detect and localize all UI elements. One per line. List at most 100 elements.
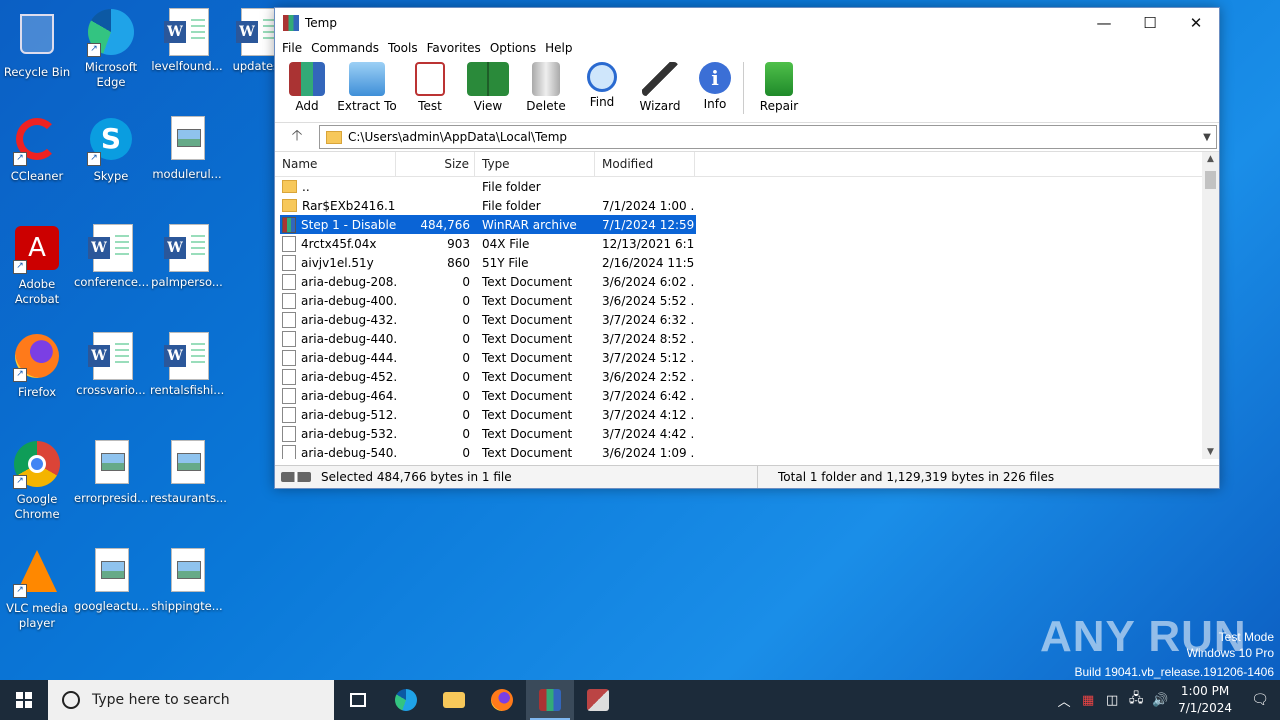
desktop-icon-palmperso-doc[interactable]: W palmperso...: [150, 224, 224, 290]
notification-icon[interactable]: 🗨: [1240, 692, 1280, 708]
vertical-scrollbar[interactable]: ▲ ▼: [1202, 152, 1219, 459]
column-header-modified[interactable]: Modified: [595, 152, 695, 176]
desktop-icon-restaurants-image[interactable]: restaurants...: [150, 440, 227, 506]
word-document-icon: W: [87, 224, 135, 272]
desktop-icon-google-chrome[interactable]: ↗ Google Chrome: [0, 440, 74, 522]
wizard-button[interactable]: Wizard: [635, 58, 685, 113]
file-name: ..: [302, 179, 310, 194]
desktop-icon-crossvario-doc[interactable]: W crossvario...: [74, 332, 148, 398]
file-row[interactable]: aria-debug-532.l... 0 Text Document 3/7/202…: [280, 424, 696, 443]
desktop-icon-label: levelfound...: [151, 59, 223, 73]
file-modified: 7/1/2024 1:00 ...: [602, 198, 695, 213]
scroll-down-arrow-icon[interactable]: ▼: [1202, 447, 1219, 457]
menu-commands[interactable]: Commands: [308, 41, 385, 55]
up-folder-button[interactable]: 🡡: [275, 125, 319, 150]
winrar-icon: [539, 689, 561, 711]
scroll-up-arrow-icon[interactable]: ▲: [1202, 154, 1219, 164]
desktop-icon-firefox[interactable]: ↗ Firefox: [0, 332, 74, 400]
volume-icon[interactable]: 🔊: [1148, 693, 1172, 708]
file-row[interactable]: aria-debug-464.l... 0 Text Document 3/7/202…: [280, 386, 696, 405]
file-type: File folder: [482, 179, 541, 194]
extract-to-button[interactable]: Extract To: [337, 58, 397, 113]
column-header-type[interactable]: Type: [475, 152, 595, 176]
repair-button[interactable]: Repair: [756, 58, 802, 113]
file-type: Text Document: [482, 274, 573, 289]
desktop-icon-recycle-bin[interactable]: Recycle Bin: [0, 8, 74, 80]
menu-tools[interactable]: Tools: [385, 41, 424, 55]
info-button[interactable]: i Info: [695, 58, 735, 111]
desktop-icon-label: Google Chrome: [14, 492, 60, 521]
file-row[interactable]: Rar$EXb2416.12... File folder 7/1/2024 1:0…: [280, 196, 696, 215]
winrar-window[interactable]: Temp — ☐ ✕ File Commands Tools Favorites…: [274, 7, 1220, 489]
file-row[interactable]: Step 1 - Disable ... 484,766 WinRAR archiv…: [280, 215, 696, 234]
desktop-icon-shippingte-image[interactable]: shippingte...: [150, 548, 224, 614]
add-button[interactable]: Add: [287, 58, 327, 113]
file-row[interactable]: aria-debug-540.l... 0 Text Document 3/6/202…: [280, 443, 696, 459]
desktop-icon-conference-doc[interactable]: W conference...: [74, 224, 149, 290]
scrollbar-thumb[interactable]: [1205, 171, 1216, 189]
battery-icon[interactable]: ▦: [1076, 693, 1100, 708]
view-button[interactable]: View: [463, 58, 513, 113]
find-button[interactable]: Find: [579, 58, 625, 109]
file-list[interactable]: Name Size Type Modified .. File folder Rar…: [275, 152, 1219, 459]
taskbar-winrar[interactable]: [526, 680, 574, 720]
info-icon: i: [699, 62, 731, 94]
desktop-icon-ccleaner[interactable]: ↗ CCleaner: [0, 116, 74, 184]
menu-help[interactable]: Help: [542, 41, 578, 55]
desktop-icon-microsoft-edge[interactable]: ↗ Microsoft Edge: [74, 8, 148, 90]
test-button[interactable]: Test: [407, 58, 453, 113]
file-modified: 3/7/2024 6:42 ...: [602, 388, 695, 403]
title-bar[interactable]: Temp — ☐ ✕: [275, 8, 1219, 38]
clock[interactable]: 1:00 PM 7/1/2024: [1178, 683, 1232, 717]
taskbar-winrar-2[interactable]: [574, 680, 622, 720]
taskbar-firefox[interactable]: [478, 680, 526, 720]
menu-file[interactable]: File: [279, 41, 308, 55]
menu-favorites[interactable]: Favorites: [424, 41, 487, 55]
desktop-icon-rentalsfishi-doc[interactable]: W rentalsfishi...: [150, 332, 224, 398]
file-row[interactable]: aria-debug-400.l... 0 Text Document 3/6/202…: [280, 291, 696, 310]
file-row[interactable]: aivjv1el.51y 860 51Y File 2/16/2024 11:5...: [280, 253, 696, 272]
file-row[interactable]: aria-debug-440.l... 0 Text Document 3/7/202…: [280, 329, 696, 348]
drive-icon: [281, 472, 311, 482]
winrar-app-icon: [283, 15, 299, 31]
delete-button[interactable]: Delete: [521, 58, 571, 113]
column-header-name[interactable]: Name: [275, 152, 396, 176]
desktop-icon-adobe-acrobat[interactable]: A ↗ Adobe Acrobat: [0, 224, 74, 307]
task-view-button[interactable]: [334, 680, 382, 720]
desktop-icon-modulerul-image[interactable]: modulerul...: [150, 116, 224, 182]
file-row[interactable]: aria-debug-432.l... 0 Text Document 3/7/202…: [280, 310, 696, 329]
file-row[interactable]: aria-debug-452.l... 0 Text Document 3/6/202…: [280, 367, 696, 386]
minimize-button[interactable]: —: [1081, 8, 1127, 38]
task-view-icon: [350, 693, 366, 707]
maximize-button[interactable]: ☐: [1127, 8, 1173, 38]
column-header-size[interactable]: Size: [396, 152, 475, 176]
file-row[interactable]: aria-debug-512.l... 0 Text Document 3/7/202…: [280, 405, 696, 424]
desktop-icon-skype[interactable]: S ↗ Skype: [74, 116, 148, 184]
chevron-up-icon[interactable]: ︿: [1052, 691, 1076, 710]
text-file-icon: [282, 387, 296, 404]
file-rows: .. File folder Rar$EXb2416.12... File folde…: [275, 177, 1219, 459]
file-row[interactable]: .. File folder: [280, 177, 696, 196]
desktop-icon-label: CCleaner: [10, 169, 64, 183]
desktop-icon-vlc[interactable]: ↗ VLC media player: [0, 548, 74, 631]
close-button[interactable]: ✕: [1173, 8, 1219, 38]
desktop-icon-label: palmperso...: [151, 275, 223, 289]
taskbar-file-explorer[interactable]: [430, 680, 478, 720]
chevron-down-icon[interactable]: ▼: [1198, 132, 1216, 143]
file-name: aria-debug-432.l...: [301, 312, 396, 327]
path-combobox[interactable]: C:\Users\admin\AppData\Local\Temp ▼: [319, 125, 1217, 149]
start-button[interactable]: [0, 680, 48, 720]
desktop-icon-googleactu-image[interactable]: googleactu...: [74, 548, 149, 614]
meet-now-icon[interactable]: ◫: [1100, 693, 1124, 708]
taskbar-search-box[interactable]: Type here to search: [48, 680, 334, 720]
file-row[interactable]: aria-debug-208.l... 0 Text Document 3/6/202…: [280, 272, 696, 291]
file-row[interactable]: aria-debug-444.l... 0 Text Document 3/7/202…: [280, 348, 696, 367]
network-icon[interactable]: 🖧: [1124, 689, 1148, 711]
menu-options[interactable]: Options: [487, 41, 542, 55]
file-type: Text Document: [482, 388, 573, 403]
taskbar-edge[interactable]: [382, 680, 430, 720]
desktop-icon-levelfound-doc[interactable]: W levelfound...: [150, 8, 224, 74]
file-row[interactable]: 4rctx45f.04x 903 04X File 12/13/2021 6:1...: [280, 234, 696, 253]
magnifier-icon: [587, 62, 617, 92]
desktop-icon-errorpresid-image[interactable]: errorpresid...: [74, 440, 148, 506]
